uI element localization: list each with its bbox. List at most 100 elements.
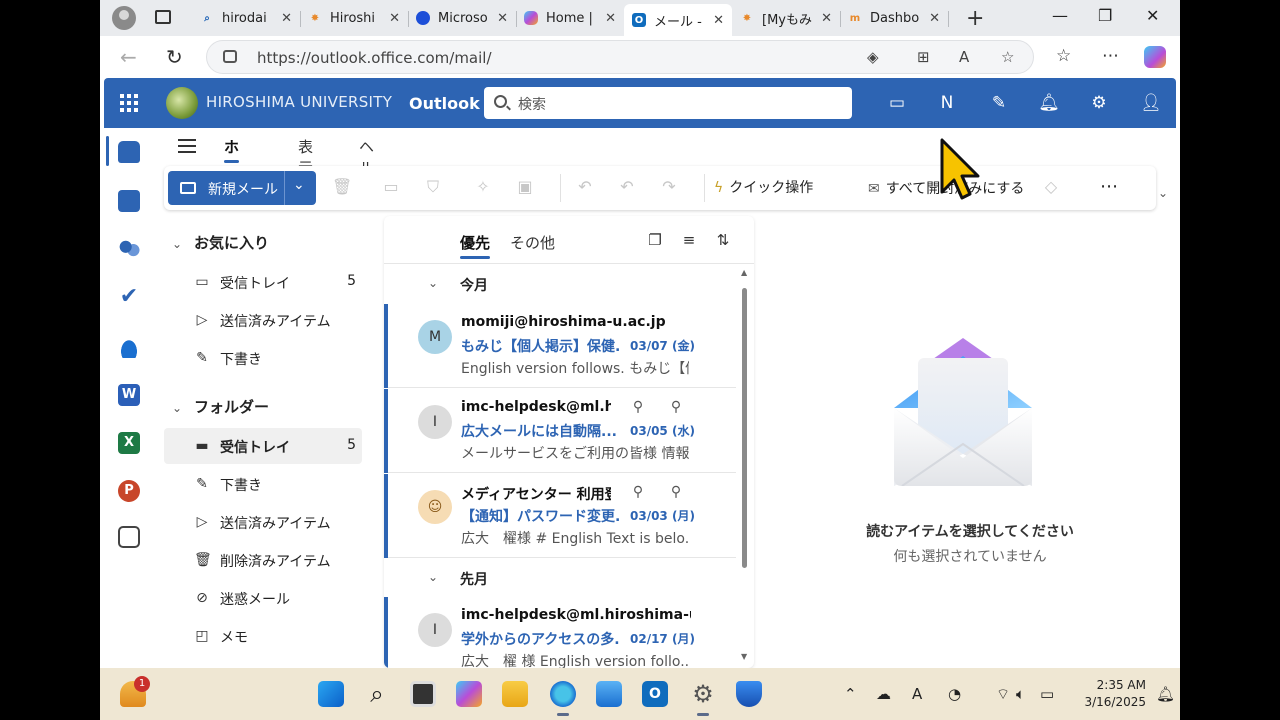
word-icon[interactable]: W (118, 384, 140, 406)
folder-item-favorite-sent[interactable]: ▷ 送信済みアイテム (164, 302, 362, 338)
task-view-icon[interactable] (410, 681, 436, 707)
copilot-icon[interactable] (1144, 46, 1166, 68)
folder-item-inbox[interactable]: ▬ 受信トレイ 5 (164, 428, 362, 464)
calendar-icon[interactable] (118, 190, 140, 212)
group-header-last-month[interactable]: ⌄ 先月 (384, 560, 734, 596)
tab-other[interactable]: その他 (510, 232, 555, 253)
lock-icon[interactable] (223, 50, 237, 63)
browser-tab-4[interactable]: Home | ✕ (516, 4, 625, 32)
account-icon[interactable]: 👤︎ (1140, 92, 1162, 114)
folder-item-favorite-inbox[interactable]: ▭ 受信トレイ 5 (164, 264, 362, 300)
favorites-icon[interactable]: ☆ (1056, 46, 1071, 66)
close-tab-icon[interactable]: ✕ (713, 13, 724, 28)
scroll-down-icon[interactable]: ▼ (741, 652, 747, 661)
read-aloud-icon[interactable]: A (959, 48, 969, 66)
close-tab-icon[interactable]: ✕ (821, 11, 832, 26)
folder-item-notes[interactable]: ◰ メモ (164, 618, 362, 654)
taskbar-clock[interactable]: 2:35 AM 3/16/2025 (1076, 677, 1146, 711)
app-name[interactable]: Outlook (409, 94, 480, 113)
message-item[interactable]: I imc-helpdesk@ml.hiroshima-u.... 学外からのア… (384, 597, 736, 668)
delete-icon[interactable]: 🗑︎ (332, 178, 352, 196)
apps-icon[interactable]: ⊞ (917, 48, 930, 66)
focus-icon[interactable]: ◔ (948, 685, 961, 703)
search-placeholder[interactable]: 検索 (518, 94, 546, 114)
mail-icon[interactable] (118, 141, 140, 163)
file-explorer-icon[interactable] (502, 681, 528, 707)
browser-tab-2[interactable]: ✸ Hiroshi ✕ (300, 4, 409, 32)
close-tab-icon[interactable]: ✕ (497, 11, 508, 26)
cloud-sync-icon[interactable]: ☁ (876, 685, 891, 703)
app-launcher-icon[interactable] (120, 94, 138, 112)
close-tab-icon[interactable]: ✕ (281, 11, 292, 26)
people-icon[interactable] (118, 238, 140, 260)
quick-steps-button[interactable]: ϟ クイック操作 (714, 177, 813, 197)
attachment-icon[interactable]: ⚲ (668, 484, 684, 500)
close-tab-icon[interactable]: ✕ (605, 11, 616, 26)
outlook-icon[interactable]: O (642, 681, 668, 707)
url-text[interactable]: https://outlook.office.com/mail/ (257, 49, 492, 67)
folders-header[interactable]: ⌄ フォルダー (172, 396, 269, 417)
teams-chat-icon[interactable]: ▭ (886, 92, 908, 114)
profile-avatar[interactable] (112, 6, 136, 30)
new-mail-button[interactable]: 新規メール ⌄ (168, 171, 316, 205)
browser-tab-6[interactable]: ✸ [Myもみ ✕ (732, 4, 841, 32)
close-window-button[interactable]: ✕ (1146, 6, 1159, 25)
chevron-down-icon[interactable]: ⌄ (293, 177, 305, 193)
browser-tab-7[interactable]: m Dashbo ✕ (840, 4, 949, 32)
group-header-this-month[interactable]: ⌄ 今月 (384, 266, 734, 302)
favorite-star-icon[interactable]: ☆ (1001, 48, 1014, 66)
bell-icon[interactable]: 🔔︎ (1038, 92, 1060, 114)
ribbon-icon[interactable]: ⚲ (630, 399, 646, 415)
back-button[interactable]: ← (120, 45, 137, 69)
battery-icon[interactable]: ▭ (1040, 685, 1054, 703)
security-shield-icon[interactable] (736, 681, 762, 707)
todo-note-icon[interactable]: ✎ (988, 92, 1010, 114)
settings-icon[interactable]: ⚙ (690, 681, 716, 716)
scroll-thumb[interactable] (742, 288, 747, 568)
reply-icon[interactable]: ↶ (576, 178, 594, 196)
ime-indicator-icon[interactable]: A (912, 685, 922, 703)
filter-icon[interactable]: ≡ (680, 231, 698, 249)
message-item[interactable]: I imc-helpdesk@ml.hi... ⚲ ⚲ 広大メールには自動隔..… (384, 389, 736, 473)
minimize-button[interactable]: — (1052, 6, 1068, 25)
folder-item-drafts[interactable]: ✎ 下書き (164, 466, 362, 502)
ribbon-icon[interactable]: ⚲ (630, 484, 646, 500)
tab-actions-icon[interactable] (155, 10, 171, 24)
message-list-scrollbar[interactable]: ▲ ▼ (740, 268, 750, 664)
copilot-icon[interactable] (456, 681, 482, 707)
store-icon[interactable] (596, 681, 622, 707)
more-actions-icon[interactable]: ⋯ (1100, 176, 1119, 197)
close-tab-icon[interactable]: ✕ (929, 11, 940, 26)
forward-icon[interactable]: ↷ (660, 178, 678, 196)
wifi-icon[interactable]: ⌔ (996, 685, 1010, 704)
select-icon[interactable]: ❐ (646, 231, 664, 249)
browser-tab-5[interactable]: O メール - ✕ (624, 4, 732, 36)
speaker-icon[interactable]: 🔈︎ (1016, 685, 1025, 703)
powerpoint-icon[interactable]: P (118, 480, 140, 502)
notification-bell-icon[interactable]: 🔔︎ (1156, 685, 1175, 703)
search-box[interactable]: 検索 (484, 87, 852, 119)
browser-tab-3[interactable]: Microso ✕ (408, 4, 517, 32)
move-icon[interactable]: ▣ (516, 178, 534, 196)
edge-icon[interactable] (550, 681, 576, 716)
folder-item-sent[interactable]: ▷ 送信済みアイテム (164, 504, 362, 540)
search-icon[interactable]: ⌕ (364, 681, 390, 707)
reply-all-icon[interactable]: ↶ (618, 178, 636, 196)
message-item[interactable]: ☺ メディアセンター 利用登... ⚲ ⚲ 【通知】パスワード変更... 03/… (384, 474, 736, 558)
restore-button[interactable]: ❐ (1098, 6, 1112, 25)
address-bar[interactable]: https://outlook.office.com/mail/ ◈ ⊞ A ☆ (206, 40, 1034, 74)
excel-icon[interactable]: X (118, 432, 140, 454)
scroll-up-icon[interactable]: ▲ (741, 268, 747, 277)
new-tab-button[interactable]: + (966, 6, 984, 31)
windows-start-icon[interactable] (318, 681, 344, 707)
tag-icon[interactable]: ◇ (1042, 178, 1060, 196)
attachment-icon[interactable]: ⚲ (668, 399, 684, 415)
gear-icon[interactable]: ⚙ (1088, 92, 1110, 114)
folder-item-junk[interactable]: ⊘ 迷惑メール (164, 580, 362, 616)
browser-tab-1[interactable]: ⌕ hirodai ✕ (192, 4, 301, 32)
chevron-up-icon[interactable]: ⌃ (844, 685, 857, 703)
favorites-header[interactable]: ⌄ お気に入り (172, 232, 269, 253)
archive-icon[interactable]: ▭ (382, 178, 400, 196)
todo-icon[interactable]: ✔ (118, 286, 140, 308)
onenote-icon[interactable]: N (936, 92, 958, 114)
